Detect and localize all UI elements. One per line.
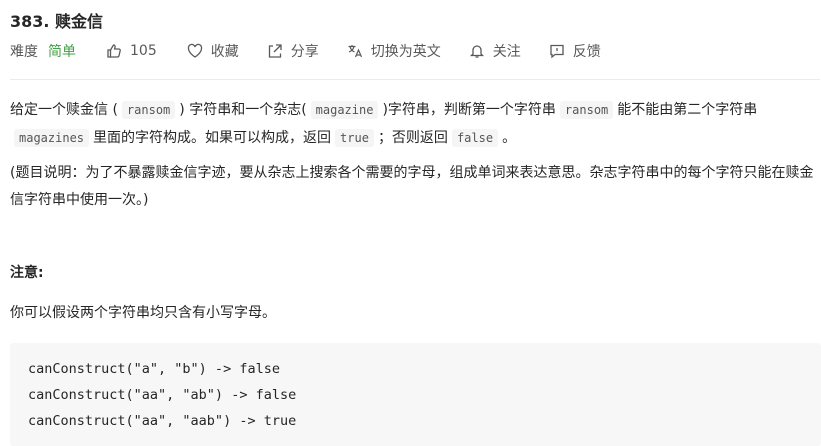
translate-button[interactable]: 切换为英文: [347, 41, 441, 61]
favorite-label: 收藏: [210, 44, 239, 60]
translate-label: 切换为英文: [370, 44, 441, 60]
desc-text: 里面的字符构成。如果可以构成，返回: [93, 130, 332, 146]
desc-text: 。: [502, 130, 517, 146]
bell-icon: [469, 45, 484, 58]
inline-code: magazine: [310, 101, 379, 119]
like-count: 105: [130, 43, 157, 59]
description-paragraph-1: 给定一个赎金信 (ransom) 字符串和一个杂志(magazine)字符串，判…: [10, 96, 816, 152]
follow-label: 关注: [492, 44, 521, 60]
share-icon: [268, 44, 282, 58]
favorite-button[interactable]: 收藏: [187, 41, 239, 61]
feedback-icon: [550, 44, 564, 59]
problem-meta-bar: 难度 简单 105 收藏 分享 切换为英文 关注 反馈: [10, 40, 629, 62]
inline-code: magazines: [14, 129, 90, 147]
thumbs-up-icon: [107, 44, 121, 58]
translate-icon: [348, 45, 362, 58]
inline-code: ransom: [121, 101, 176, 119]
share-button[interactable]: 分享: [267, 41, 319, 61]
inline-code: false: [451, 129, 499, 147]
code-line: canConstruct("a", "b") -> false: [28, 361, 280, 377]
follow-button[interactable]: 关注: [469, 41, 521, 61]
desc-text: 给定一个赎金信 (: [10, 102, 118, 118]
problem-title: 383. 赎金信: [10, 12, 104, 31]
code-line: canConstruct("aa", "aab") -> true: [28, 413, 297, 429]
feedback-button[interactable]: 反馈: [549, 41, 601, 61]
desc-text: ；否则返回: [377, 130, 448, 146]
feedback-label: 反馈: [572, 44, 601, 60]
heart-icon: [187, 43, 202, 58]
header-divider: [10, 79, 820, 80]
difficulty-label: 难度: [10, 44, 38, 60]
note-title: 注意:: [10, 265, 44, 281]
code-line: canConstruct("aa", "ab") -> false: [28, 387, 297, 403]
note-text: 你可以假设两个字符串均只含有小写字母。: [10, 305, 276, 321]
example-code-block: canConstruct("a", "b") -> false canConst…: [10, 343, 821, 446]
desc-text: )字符串，判断第一个字符串: [382, 102, 556, 118]
difficulty-value: 简单: [48, 44, 76, 60]
like-button[interactable]: 105: [106, 43, 157, 59]
desc-text: ) 字符串和一个杂志(: [179, 102, 307, 118]
description-paragraph-2: (题目说明：为了不暴露赎金信字迹，要从杂志上搜索各个需要的字母，组成单词来表达意…: [10, 165, 814, 208]
share-label: 分享: [290, 44, 319, 60]
inline-code: true: [335, 129, 374, 147]
desc-text: 能不能由第二个字符串: [617, 102, 758, 118]
inline-code: ransom: [559, 101, 614, 119]
